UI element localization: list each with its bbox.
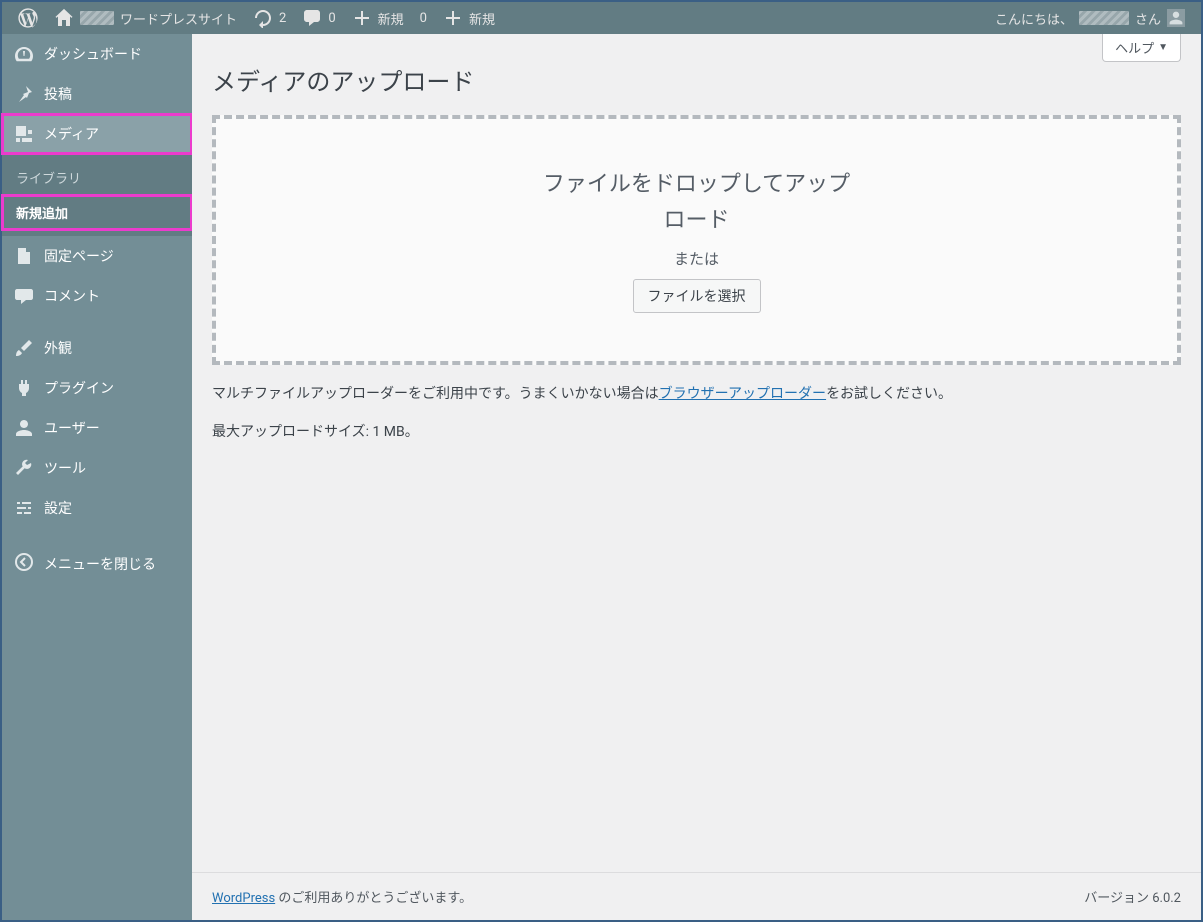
sidebar-item-appearance[interactable]: 外観 <box>2 328 192 368</box>
avatar-icon <box>1167 9 1185 27</box>
updates-link[interactable]: 2 <box>245 2 294 34</box>
sidebar-item-posts[interactable]: 投稿 <box>2 74 192 114</box>
sidebar-item-label: 設定 <box>44 498 72 518</box>
admin-sidebar: ダッシュボード 投稿 メディア ライブラリ 新規追加 固定ページ コメント 外観 <box>2 34 192 920</box>
version-text: バージョン 6.0.2 <box>1084 887 1181 906</box>
footer-thanks: のご利用ありがとうございます。 <box>275 891 472 906</box>
sidebar-item-dashboard[interactable]: ダッシュボード <box>2 34 192 74</box>
uploader-note-post: をお試しください。 <box>826 386 952 402</box>
uploader-note-pre: マルチファイルアップローダーをご利用中です。うまくいかない場合は <box>212 386 659 402</box>
comment-icon <box>302 8 322 28</box>
sidebar-item-label: ユーザー <box>44 418 100 438</box>
wordpress-link[interactable]: WordPress <box>212 891 275 906</box>
page-icon <box>14 246 34 266</box>
home-icon <box>54 8 74 28</box>
notif-count: 0 <box>420 11 427 26</box>
comments-link[interactable]: 0 <box>294 2 343 34</box>
media-icon <box>14 124 34 144</box>
updates-count: 2 <box>279 11 286 26</box>
sidebar-item-label: ダッシュボード <box>44 44 142 64</box>
sidebar-item-label: 外観 <box>44 338 72 358</box>
uploader-note: マルチファイルアップローダーをご利用中です。うまくいかない場合はブラウザーアップ… <box>212 383 1181 403</box>
media-submenu: ライブラリ 新規追加 <box>2 154 192 236</box>
user-icon <box>14 418 34 438</box>
help-tab-label: ヘルプ <box>1115 38 1154 57</box>
site-home-link[interactable]: ワードプレスサイト <box>46 2 245 34</box>
dropzone-or-text: または <box>674 248 719 269</box>
howdy-prefix: こんにちは、 <box>995 9 1073 28</box>
dropzone-message: ファイルをドロップしてアップロード <box>537 167 857 237</box>
howdy-suffix: さん <box>1135 9 1161 28</box>
new-label-2: 新規 <box>469 9 495 28</box>
sidebar-item-tools[interactable]: ツール <box>2 448 192 488</box>
new-label: 新規 <box>378 9 404 28</box>
sidebar-item-comments[interactable]: コメント <box>2 276 192 316</box>
max-upload-size: 最大アップロードサイズ: 1 MB。 <box>212 421 1181 441</box>
redacted-username <box>1079 11 1129 25</box>
sidebar-item-label: ツール <box>44 458 86 478</box>
brush-icon <box>14 338 34 358</box>
submenu-item-library[interactable]: ライブラリ <box>2 160 192 195</box>
page-title: メディアのアップロード <box>212 62 1181 97</box>
sidebar-item-label: プラグイン <box>44 378 114 398</box>
sidebar-item-plugins[interactable]: プラグイン <box>2 368 192 408</box>
new-content-link[interactable]: 新規 <box>344 2 412 34</box>
new-content-link-2[interactable]: 新規 <box>435 2 503 34</box>
sidebar-item-label: 固定ページ <box>44 246 114 266</box>
sidebar-item-settings[interactable]: 設定 <box>2 488 192 528</box>
browser-uploader-link[interactable]: ブラウザーアップローダー <box>659 386 826 402</box>
site-name: ワードプレスサイト <box>120 9 237 28</box>
comment-icon <box>14 286 34 306</box>
collapse-menu-button[interactable]: メニューを閉じる <box>2 540 192 588</box>
sidebar-item-label: メディア <box>44 124 99 144</box>
wrench-icon <box>14 458 34 478</box>
chevron-down-icon: ▼ <box>1158 42 1168 53</box>
redacted-text <box>80 11 114 25</box>
select-files-button[interactable]: ファイルを選択 <box>633 279 761 313</box>
sidebar-item-pages[interactable]: 固定ページ <box>2 236 192 276</box>
pin-icon <box>14 84 34 104</box>
sidebar-item-label: コメント <box>44 286 100 306</box>
admin-toolbar: ワードプレスサイト 2 0 新規 0 新規 <box>2 2 1201 34</box>
upload-dropzone[interactable]: ファイルをドロップしてアップロード または ファイルを選択 <box>212 115 1181 365</box>
wordpress-logo-icon <box>18 8 38 28</box>
sidebar-item-media[interactable]: メディア <box>2 114 192 154</box>
plus-icon <box>352 8 372 28</box>
submenu-item-addnew[interactable]: 新規追加 <box>2 195 192 230</box>
collapse-label: メニューを閉じる <box>44 554 156 574</box>
help-tab-toggle[interactable]: ヘルプ ▼ <box>1102 34 1181 62</box>
my-account-link[interactable]: こんにちは、 さん <box>987 2 1193 34</box>
updates-icon <box>253 8 273 28</box>
plus-icon <box>443 8 463 28</box>
plugin-icon <box>14 378 34 398</box>
dashboard-icon <box>14 44 34 64</box>
comments-count: 0 <box>328 11 335 26</box>
sidebar-item-users[interactable]: ユーザー <box>2 408 192 448</box>
main-content: ヘルプ ▼ メディアのアップロード ファイルをドロップしてアップロード または … <box>192 34 1201 920</box>
collapse-icon <box>14 552 34 576</box>
notifications-link[interactable]: 0 <box>412 2 435 34</box>
wp-logo-menu[interactable] <box>10 2 46 34</box>
admin-footer: WordPress のご利用ありがとうございます。 バージョン 6.0.2 <box>192 872 1201 920</box>
sliders-icon <box>14 498 34 518</box>
sidebar-item-label: 投稿 <box>44 84 72 104</box>
